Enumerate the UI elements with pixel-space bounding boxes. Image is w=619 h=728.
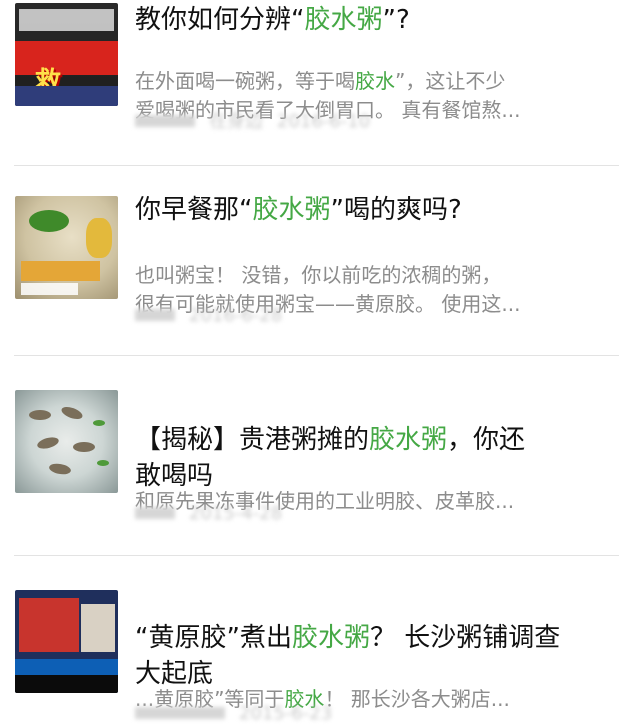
list-item[interactable]: 【揭秘】贵港粥摊的胶水粥，你还 敢喝吗 和原先果冻事件使用的工业明胶、皮革胶..…: [0, 356, 619, 556]
news-thumbnail-red-banner-icon[interactable]: 救: [15, 3, 118, 106]
article-meta: 在身边 2016-6-10: [135, 110, 384, 134]
article-title[interactable]: 你早餐那“胶水粥”喝的爽吗?: [135, 192, 605, 228]
article-meta: 2016-6-28: [135, 304, 296, 328]
article-feed: 救 教你如何分辨“胶水粥”? 在外面喝一碗粥，等于喝胶水”，这让不少 爱喝粥的市…: [0, 0, 619, 728]
article-title[interactable]: 教你如何分辨“胶水粥”?: [135, 2, 605, 38]
list-item[interactable]: 你早餐那“胶水粥”喝的爽吗? 也叫粥宝！ 没错，你以前吃的浓稠的粥， 很有可能就…: [0, 166, 619, 356]
list-item[interactable]: 救 教你如何分辨“胶水粥”? 在外面喝一碗粥，等于喝胶水”，这让不少 爱喝粥的市…: [0, 0, 619, 166]
shrimp-porridge-thumbnail-icon[interactable]: [15, 390, 118, 493]
article-meta: 2015-4-28: [135, 502, 296, 526]
tv-news-thumbnail-icon[interactable]: [15, 590, 118, 693]
article-meta: 2015-6-23: [135, 702, 346, 726]
porridge-bowl-thumbnail-icon[interactable]: [15, 196, 118, 299]
list-item[interactable]: “黄原胶”煮出胶水粥？ 长沙粥铺调查 大起底 ...黄原胶”等同于胶水！ 那长沙…: [0, 556, 619, 728]
